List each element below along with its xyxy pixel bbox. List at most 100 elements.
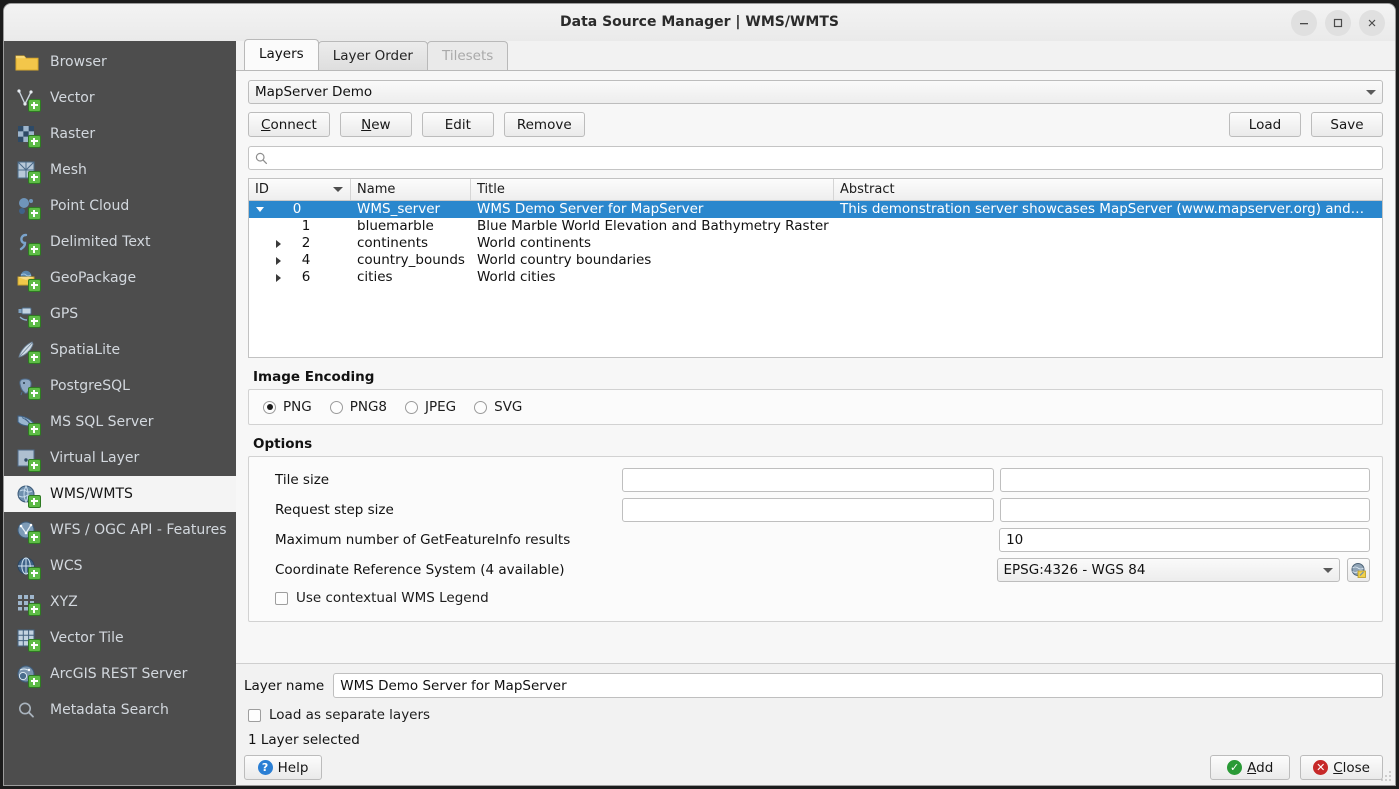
source-type-sidebar: Browser Vector Raster — [4, 41, 236, 785]
new-button[interactable]: New — [340, 112, 412, 137]
table-row[interactable]: 1 bluemarble Blue Marble World Elevation… — [249, 218, 1382, 235]
table-row[interactable]: 2 continents World continents — [249, 235, 1382, 252]
remove-button[interactable]: Remove — [504, 112, 585, 137]
cell-name: cities — [351, 269, 471, 286]
radio-jpeg[interactable]: JPEG — [405, 399, 456, 415]
radio-svg[interactable]: SVG — [474, 399, 522, 415]
sidebar-item-postgresql[interactable]: PostgreSQL — [4, 368, 236, 404]
connection-button-row: Connect New Edit Remove Load Save — [248, 112, 1383, 137]
radio-indicator — [474, 401, 487, 414]
radio-indicator — [405, 401, 418, 414]
add-badge-icon — [28, 603, 41, 616]
mesh-icon — [14, 157, 40, 183]
search-input[interactable] — [274, 149, 1376, 167]
use-contextual-wms-legend-checkbox[interactable]: Use contextual WMS Legend — [275, 590, 489, 606]
table-row[interactable]: 6 cities World cities — [249, 269, 1382, 286]
tab-layers[interactable]: Layers — [244, 39, 319, 70]
connection-select-value: MapServer Demo — [255, 84, 1360, 100]
sidebar-item-label: SpatiaLite — [50, 342, 120, 358]
gps-icon — [14, 301, 40, 327]
option-row-request-step-size: Request step size — [261, 495, 1370, 525]
tile-size-label: Tile size — [261, 472, 622, 488]
cell-name: bluemarble — [351, 218, 471, 235]
cell-id: 2 — [249, 235, 351, 252]
sidebar-item-label: Mesh — [50, 162, 87, 178]
sidebar-item-virtual-layer[interactable]: Virtual Layer — [4, 440, 236, 476]
column-header-id[interactable]: ID — [249, 179, 351, 200]
checkbox-label: Load as separate layers — [269, 707, 430, 723]
help-button-label: Help — [278, 760, 309, 776]
sidebar-item-delimited-text[interactable]: Delimited Text — [4, 224, 236, 260]
load-as-separate-layers-checkbox[interactable]: Load as separate layers — [248, 707, 1383, 723]
crs-globe-icon[interactable] — [1347, 558, 1370, 582]
expand-collapse-icon[interactable] — [271, 274, 285, 282]
cell-name: WMS_server — [351, 201, 471, 218]
table-row[interactable]: 0 WMS_server WMS Demo Server for MapServ… — [249, 201, 1382, 218]
column-header-name[interactable]: Name — [351, 179, 471, 200]
sidebar-item-geopackage[interactable]: GeoPackage — [4, 260, 236, 296]
add-badge-icon — [28, 99, 41, 112]
tab-layer-order[interactable]: Layer Order — [318, 41, 428, 70]
sidebar-item-mesh[interactable]: Mesh — [4, 152, 236, 188]
tile-size-width-input[interactable] — [622, 468, 994, 492]
sidebar-item-ms-sql-server[interactable]: MS SQL Server — [4, 404, 236, 440]
close-button[interactable]: ✕ Close — [1300, 755, 1383, 780]
checkbox-indicator — [248, 709, 261, 722]
help-button[interactable]: ? Help — [244, 755, 322, 780]
add-badge-icon — [28, 315, 41, 328]
data-source-manager-window: Data Source Manager | WMS/WMTS Browser — [4, 4, 1395, 785]
sidebar-item-label: Metadata Search — [50, 702, 169, 718]
connect-button[interactable]: Connect — [248, 112, 330, 137]
sidebar-item-label: Vector — [50, 90, 95, 106]
sidebar-item-metadata-search[interactable]: Metadata Search — [4, 692, 236, 728]
xyz-icon — [14, 589, 40, 615]
request-step-size-height-input[interactable] — [1000, 498, 1370, 522]
radio-png8[interactable]: PNG8 — [330, 399, 387, 415]
chevron-down-icon — [1366, 90, 1376, 95]
close-button-rest: lose — [1343, 760, 1370, 776]
crs-select[interactable]: EPSG:4326 - WGS 84 — [997, 558, 1341, 582]
image-encoding-options: PNG PNG8 JPEG SVG — [249, 390, 1382, 424]
sidebar-item-vector[interactable]: Vector — [4, 80, 236, 116]
sidebar-item-wms-wmts[interactable]: WMS/WMTS — [4, 476, 236, 512]
column-header-abstract[interactable]: Abstract — [834, 179, 1382, 200]
minimize-icon[interactable] — [1291, 10, 1317, 36]
sort-descending-icon — [333, 187, 343, 192]
sidebar-item-spatialite[interactable]: SpatiaLite — [4, 332, 236, 368]
sidebar-item-vector-tile[interactable]: Vector Tile — [4, 620, 236, 656]
crs-label: Coordinate Reference System (4 available… — [261, 562, 997, 578]
tile-size-height-input[interactable] — [1000, 468, 1370, 492]
add-button[interactable]: ✓ Add — [1210, 755, 1290, 780]
sidebar-item-arcgis-rest-server[interactable]: ArcGIS REST Server — [4, 656, 236, 692]
table-row[interactable]: 4 country_bounds World country boundarie… — [249, 252, 1382, 269]
sidebar-item-wcs[interactable]: WCS — [4, 548, 236, 584]
sidebar-item-wfs-ogc-api-features[interactable]: WFS / OGC API - Features — [4, 512, 236, 548]
main-pane: Layers Layer Order Tilesets MapServer De… — [236, 41, 1395, 785]
layer-name-input[interactable] — [333, 673, 1383, 698]
sidebar-item-browser[interactable]: Browser — [4, 44, 236, 80]
sidebar-item-xyz[interactable]: XYZ — [4, 584, 236, 620]
radio-png[interactable]: PNG — [263, 399, 312, 415]
cell-id-value: 6 — [285, 269, 345, 286]
sidebar-item-raster[interactable]: Raster — [4, 116, 236, 152]
connection-select[interactable]: MapServer Demo — [248, 80, 1383, 104]
save-button[interactable]: Save — [1311, 112, 1383, 137]
layer-search-box[interactable] — [248, 146, 1383, 170]
expand-collapse-icon[interactable] — [271, 257, 285, 265]
close-icon[interactable] — [1359, 10, 1385, 36]
max-getfeatureinfo-input[interactable] — [999, 528, 1370, 552]
add-badge-icon — [28, 423, 41, 436]
sidebar-item-gps[interactable]: GPS — [4, 296, 236, 332]
layer-tree[interactable]: ID Name Title Abstract 0 WMS_server — [248, 178, 1383, 358]
expand-collapse-icon[interactable] — [271, 240, 285, 248]
sidebar-item-point-cloud[interactable]: Point Cloud — [4, 188, 236, 224]
maximize-icon[interactable] — [1325, 10, 1351, 36]
cell-id: 6 — [249, 269, 351, 286]
edit-button[interactable]: Edit — [422, 112, 494, 137]
resize-grip[interactable] — [1380, 770, 1392, 782]
request-step-size-width-input[interactable] — [622, 498, 994, 522]
load-button[interactable]: Load — [1229, 112, 1301, 137]
add-badge-icon — [28, 171, 41, 184]
column-header-title[interactable]: Title — [471, 179, 834, 200]
expand-collapse-icon[interactable] — [253, 207, 267, 212]
